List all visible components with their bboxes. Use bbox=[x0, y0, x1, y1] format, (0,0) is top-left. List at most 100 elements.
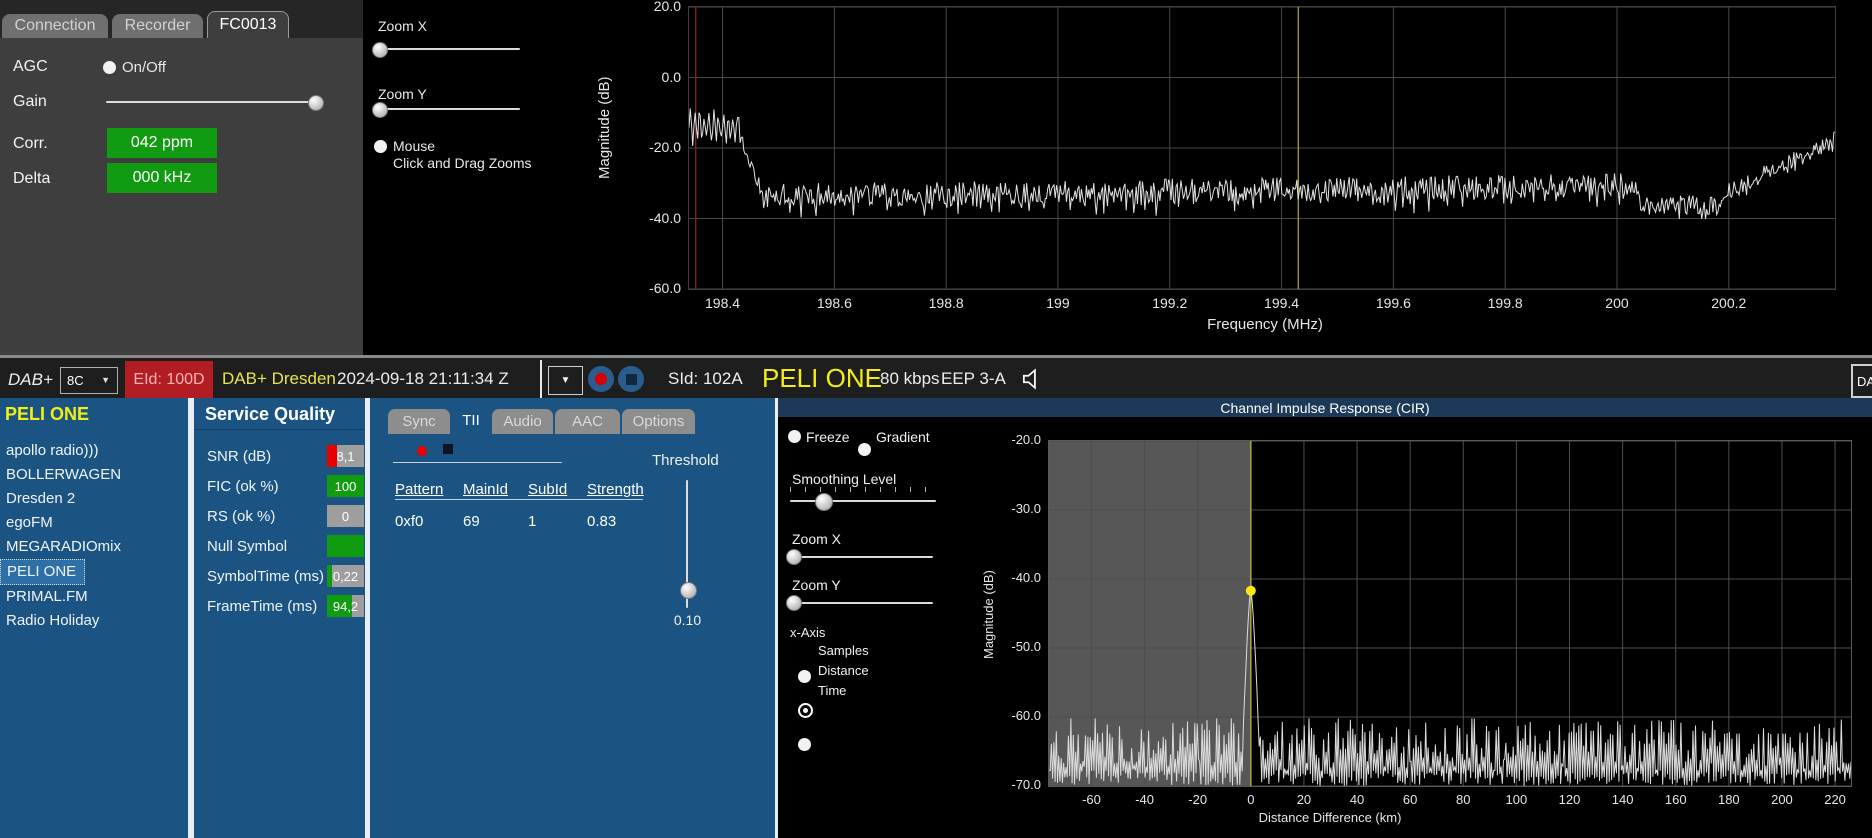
spectrum-x-axis-title: Frequency (MHz) bbox=[1207, 316, 1323, 333]
cir-zoom-x-handle[interactable] bbox=[786, 549, 802, 565]
station-item[interactable]: BOLLERWAGEN bbox=[0, 463, 129, 487]
gradient-label: Gradient bbox=[876, 429, 930, 445]
tii-panel: Sync TII Audio AAC Options Pattern MainId SubI… bbox=[370, 398, 775, 838]
x-tick-label: -40 bbox=[1135, 792, 1154, 807]
y-tick-label: 0.0 bbox=[661, 68, 681, 85]
mouse-zoom-radio[interactable] bbox=[374, 140, 387, 153]
station-list-panel: PELI ONE apollo radio))) BOLLERWAGEN Dresd… bbox=[0, 398, 188, 838]
smoothing-slider-track[interactable] bbox=[790, 500, 936, 502]
station-item[interactable]: PELI ONE bbox=[0, 559, 86, 585]
station-item[interactable]: apollo radio))) bbox=[0, 439, 107, 463]
x-axis-radio-samples[interactable] bbox=[798, 670, 811, 683]
tii-col-header: Strength bbox=[587, 481, 644, 498]
spectrum-zoom-y-track[interactable] bbox=[376, 108, 520, 110]
x-tick-label: 180 bbox=[1717, 792, 1740, 807]
x-tick-label: 100 bbox=[1505, 792, 1528, 807]
cir-zoom-y-handle[interactable] bbox=[786, 595, 802, 611]
tii-rule bbox=[393, 462, 562, 463]
mode-label: DAB+ bbox=[8, 370, 53, 389]
gradient-radio[interactable] bbox=[858, 443, 871, 456]
x-tick-label: 0 bbox=[1247, 792, 1255, 807]
x-axis-radio-distance[interactable] bbox=[798, 703, 813, 718]
cir-zoom-y-track[interactable] bbox=[790, 602, 933, 604]
x-tick-label: 200 bbox=[1771, 792, 1793, 807]
x-tick-label: 200 bbox=[1605, 295, 1629, 311]
tii-tab-options[interactable]: Options bbox=[622, 409, 695, 434]
x-axis-radio-label: Time bbox=[818, 683, 847, 698]
cir-zoom-x-label: Zoom X bbox=[792, 531, 842, 547]
x-axis-radio-label: Distance bbox=[818, 663, 869, 678]
record-button[interactable] bbox=[588, 366, 614, 392]
freeze-radio[interactable] bbox=[788, 430, 801, 443]
agc-radio[interactable] bbox=[103, 61, 116, 74]
chevron-down-icon: ▼ bbox=[101, 375, 110, 385]
tii-tab-aac[interactable]: AAC bbox=[555, 409, 620, 434]
tii-col-header: MainId bbox=[463, 481, 509, 498]
x-tick-label: 120 bbox=[1558, 792, 1581, 807]
spectrum-zoom-y-handle[interactable] bbox=[372, 102, 388, 118]
smoothing-slider-handle[interactable] bbox=[815, 493, 833, 511]
mouse-zoom-hint: Click and Drag Zooms bbox=[393, 155, 532, 171]
service-id: SId: 102A bbox=[668, 369, 743, 388]
y-tick-label: -40.0 bbox=[1011, 570, 1041, 585]
station-item[interactable]: Radio Holiday bbox=[0, 609, 107, 633]
sq-value-badge: 100 bbox=[327, 475, 364, 497]
sq-badge-value bbox=[327, 535, 364, 557]
sq-row-label: FrameTime (ms) bbox=[207, 598, 318, 615]
sq-row-label: SymbolTime (ms) bbox=[207, 568, 324, 585]
y-tick-label: -70.0 bbox=[1011, 777, 1041, 792]
cir-zoom-x-track[interactable] bbox=[790, 556, 933, 558]
tii-tab-sync[interactable]: Sync bbox=[388, 409, 450, 434]
stop-button[interactable] bbox=[618, 366, 644, 392]
tuner-tab-connection[interactable]: Connection bbox=[2, 14, 108, 38]
spectrum-zoom-y-label: Zoom Y bbox=[378, 86, 427, 102]
station-item[interactable]: PRIMAL.FM bbox=[0, 585, 96, 609]
x-tick-label: 20 bbox=[1296, 792, 1312, 807]
cir-zoom-y-label: Zoom Y bbox=[792, 577, 841, 593]
status-bar-divider bbox=[540, 360, 542, 398]
x-axis-radio-time[interactable] bbox=[798, 738, 811, 751]
channel-selector[interactable]: 8C ▼ bbox=[60, 367, 118, 394]
gain-label: Gain bbox=[13, 93, 47, 110]
smoothing-tick-marks bbox=[790, 487, 936, 492]
station-item[interactable]: egoFM bbox=[0, 511, 61, 535]
station-item[interactable]: Dresden 2 bbox=[0, 487, 83, 511]
dab-corner-button[interactable]: DA bbox=[1851, 364, 1872, 398]
freeze-label: Freeze bbox=[806, 429, 850, 445]
x-axis-radio-label: Samples bbox=[818, 643, 869, 658]
spectrum-y-axis-title: Magnitude (dB) bbox=[596, 76, 613, 179]
bitrate: 80 kbps bbox=[880, 369, 940, 388]
x-tick-label: 199.4 bbox=[1264, 295, 1300, 311]
y-tick-label: -60.0 bbox=[1011, 708, 1041, 723]
tii-tab-audio[interactable]: Audio bbox=[492, 409, 553, 434]
sq-badge-value: 0 bbox=[341, 508, 350, 524]
cir-plot: -60 -40 -20 0 20 40 60 80 100 120 140 160 180 200 220 -… bbox=[1011, 432, 1852, 807]
service-quality-panel: Service Quality SNR (dB) 8,1 FIC (ok %) 100… bbox=[194, 398, 365, 838]
cir-x-axis-title: Distance Difference (km) bbox=[1258, 810, 1402, 825]
spectrum-zoom-x-handle[interactable] bbox=[372, 42, 388, 58]
sq-row-label: RS (ok %) bbox=[207, 508, 276, 525]
audio-dropdown-button[interactable]: ▼ bbox=[548, 366, 583, 395]
current-service-name: PELI ONE bbox=[762, 363, 882, 393]
sq-badge-value: 0,22 bbox=[332, 568, 359, 584]
speaker-icon[interactable] bbox=[1018, 365, 1046, 393]
threshold-label: Threshold bbox=[652, 452, 719, 469]
spectrum-plot[interactable]: 198.4 198.6 198.8 199 199.2 199.4 199.6 199.8 20… bbox=[649, 0, 1836, 311]
smoothing-level-label: Smoothing Level bbox=[792, 471, 897, 487]
station-item[interactable]: MEGARADIOmix bbox=[0, 535, 129, 559]
ensemble-name: DAB+ Dresden bbox=[222, 369, 336, 388]
gain-slider-track[interactable] bbox=[106, 101, 322, 103]
spectrum-zoom-x-track[interactable] bbox=[376, 48, 520, 50]
protection-level: EEP 3-A bbox=[941, 369, 1006, 388]
tuner-tab-bar: Connection Recorder FC0013 bbox=[0, 0, 363, 38]
tuner-tab-fc0013[interactable]: FC0013 bbox=[207, 11, 289, 38]
gain-slider-handle[interactable] bbox=[308, 95, 324, 111]
x-tick-label: 140 bbox=[1611, 792, 1634, 807]
tii-tab-tii[interactable]: TII bbox=[452, 407, 490, 434]
threshold-slider-handle[interactable] bbox=[680, 582, 697, 599]
sq-row-label: FIC (ok %) bbox=[207, 478, 279, 495]
station-list-header: PELI ONE bbox=[5, 404, 90, 424]
tuner-tab-recorder[interactable]: Recorder bbox=[112, 14, 203, 38]
x-tick-label: 199.2 bbox=[1152, 295, 1188, 311]
corr-value: 042 ppm bbox=[107, 128, 217, 158]
